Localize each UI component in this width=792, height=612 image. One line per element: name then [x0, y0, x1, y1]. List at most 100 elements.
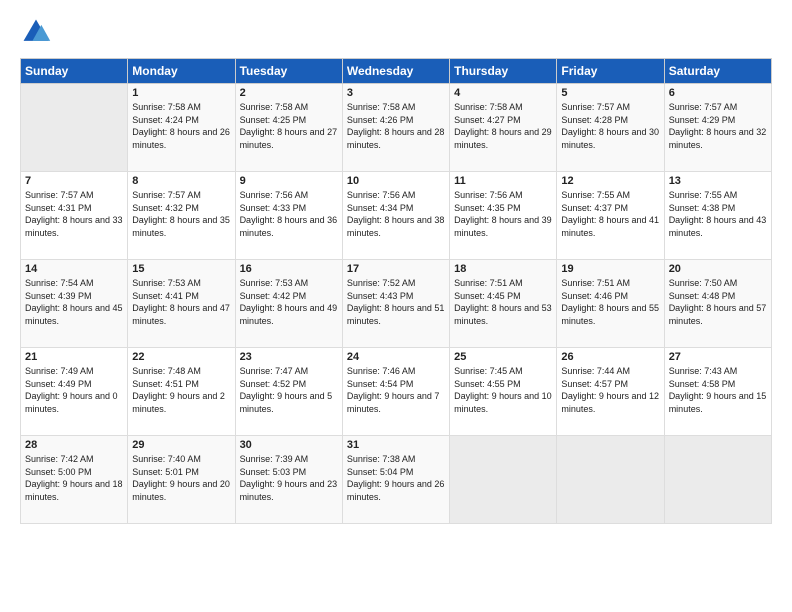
- week-row-3: 21Sunrise: 7:49 AMSunset: 4:49 PMDayligh…: [21, 348, 772, 436]
- day-number: 27: [669, 351, 767, 363]
- day-number: 14: [25, 263, 123, 275]
- day-number: 1: [132, 87, 230, 99]
- day-info: Sunrise: 7:45 AMSunset: 4:55 PMDaylight:…: [454, 365, 552, 415]
- weekday-header-wednesday: Wednesday: [342, 59, 449, 84]
- day-number: 18: [454, 263, 552, 275]
- day-info: Sunrise: 7:57 AMSunset: 4:28 PMDaylight:…: [561, 101, 659, 151]
- day-number: 13: [669, 175, 767, 187]
- day-number: 25: [454, 351, 552, 363]
- day-info: Sunrise: 7:58 AMSunset: 4:24 PMDaylight:…: [132, 101, 230, 151]
- weekday-header-monday: Monday: [128, 59, 235, 84]
- day-info: Sunrise: 7:54 AMSunset: 4:39 PMDaylight:…: [25, 277, 123, 327]
- day-number: 2: [240, 87, 338, 99]
- calendar-cell: [557, 436, 664, 524]
- day-info: Sunrise: 7:53 AMSunset: 4:42 PMDaylight:…: [240, 277, 338, 327]
- calendar-cell: 8Sunrise: 7:57 AMSunset: 4:32 PMDaylight…: [128, 172, 235, 260]
- day-number: 16: [240, 263, 338, 275]
- header: [20, 16, 772, 48]
- day-number: 7: [25, 175, 123, 187]
- day-number: 8: [132, 175, 230, 187]
- calendar-cell: [21, 84, 128, 172]
- calendar-cell: 12 Sunrise: 7:55 AMSunset: 4:37 PMDayligh…: [557, 172, 664, 260]
- day-number: 29: [132, 439, 230, 451]
- week-row-4: 28Sunrise: 7:42 AMSunset: 5:00 PMDayligh…: [21, 436, 772, 524]
- day-number: 23: [240, 351, 338, 363]
- day-number: 24: [347, 351, 445, 363]
- calendar-cell: 11Sunrise: 7:56 AMSunset: 4:35 PMDayligh…: [450, 172, 557, 260]
- day-number: 10: [347, 175, 445, 187]
- page: SundayMondayTuesdayWednesdayThursdayFrid…: [0, 0, 792, 612]
- calendar-cell: 26 Sunrise: 7:44 AMSunset: 4:57 PMDayligh…: [557, 348, 664, 436]
- calendar-cell: 24 Sunrise: 7:46 AMSunset: 4:54 PMDayligh…: [342, 348, 449, 436]
- calendar-cell: 28Sunrise: 7:42 AMSunset: 5:00 PMDayligh…: [21, 436, 128, 524]
- day-number: 20: [669, 263, 767, 275]
- calendar-cell: 25 Sunrise: 7:45 AMSunset: 4:55 PMDayligh…: [450, 348, 557, 436]
- day-info: Sunrise: 7:44 AMSunset: 4:57 PMDaylight:…: [561, 365, 659, 415]
- calendar-cell: [664, 436, 771, 524]
- day-info: Sunrise: 7:52 AMSunset: 4:43 PMDaylight:…: [347, 277, 445, 327]
- day-number: 17: [347, 263, 445, 275]
- calendar-cell: 16 Sunrise: 7:53 AMSunset: 4:42 PMDayligh…: [235, 260, 342, 348]
- day-info: Sunrise: 7:50 AMSunset: 4:48 PMDaylight:…: [669, 277, 767, 327]
- day-info: Sunrise: 7:58 AMSunset: 4:27 PMDaylight:…: [454, 101, 552, 151]
- day-number: 9: [240, 175, 338, 187]
- day-info: Sunrise: 7:55 AMSunset: 4:38 PMDaylight:…: [669, 189, 767, 239]
- calendar-cell: 4 Sunrise: 7:58 AMSunset: 4:27 PMDaylight…: [450, 84, 557, 172]
- calendar-cell: 14 Sunrise: 7:54 AMSunset: 4:39 PMDayligh…: [21, 260, 128, 348]
- day-info: Sunrise: 7:57 AMSunset: 4:29 PMDaylight:…: [669, 101, 767, 151]
- day-info: Sunrise: 7:56 AMSunset: 4:33 PMDaylight:…: [240, 189, 338, 239]
- day-number: 19: [561, 263, 659, 275]
- weekday-header-thursday: Thursday: [450, 59, 557, 84]
- logo: [20, 16, 56, 48]
- day-info: Sunrise: 7:43 AMSunset: 4:58 PMDaylight:…: [669, 365, 767, 415]
- calendar-body: 1 Sunrise: 7:58 AMSunset: 4:24 PMDaylight…: [21, 84, 772, 524]
- calendar-cell: 30 Sunrise: 7:39 AMSunset: 5:03 PMDayligh…: [235, 436, 342, 524]
- weekday-header-tuesday: Tuesday: [235, 59, 342, 84]
- calendar-table: SundayMondayTuesdayWednesdayThursdayFrid…: [20, 58, 772, 524]
- calendar-cell: 31Sunrise: 7:38 AMSunset: 5:04 PMDayligh…: [342, 436, 449, 524]
- day-info: Sunrise: 7:47 AMSunset: 4:52 PMDaylight:…: [240, 365, 338, 415]
- logo-icon: [20, 16, 52, 48]
- day-number: 30: [240, 439, 338, 451]
- calendar-cell: 20 Sunrise: 7:50 AMSunset: 4:48 PMDayligh…: [664, 260, 771, 348]
- weekday-header-sunday: Sunday: [21, 59, 128, 84]
- day-number: 31: [347, 439, 445, 451]
- day-number: 4: [454, 87, 552, 99]
- week-row-0: 1 Sunrise: 7:58 AMSunset: 4:24 PMDaylight…: [21, 84, 772, 172]
- day-info: Sunrise: 7:58 AMSunset: 4:25 PMDaylight:…: [240, 101, 338, 151]
- day-info: Sunrise: 7:58 AMSunset: 4:26 PMDaylight:…: [347, 101, 445, 151]
- calendar-cell: 10Sunrise: 7:56 AMSunset: 4:34 PMDayligh…: [342, 172, 449, 260]
- day-number: 6: [669, 87, 767, 99]
- day-info: Sunrise: 7:46 AMSunset: 4:54 PMDaylight:…: [347, 365, 445, 415]
- calendar-cell: 17 Sunrise: 7:52 AMSunset: 4:43 PMDayligh…: [342, 260, 449, 348]
- calendar-cell: 27 Sunrise: 7:43 AMSunset: 4:58 PMDayligh…: [664, 348, 771, 436]
- day-info: Sunrise: 7:51 AMSunset: 4:45 PMDaylight:…: [454, 277, 552, 327]
- calendar-cell: 19 Sunrise: 7:51 AMSunset: 4:46 PMDayligh…: [557, 260, 664, 348]
- day-info: Sunrise: 7:39 AMSunset: 5:03 PMDaylight:…: [240, 453, 338, 503]
- weekday-header-row: SundayMondayTuesdayWednesdayThursdayFrid…: [21, 59, 772, 84]
- calendar-cell: 5 Sunrise: 7:57 AMSunset: 4:28 PMDaylight…: [557, 84, 664, 172]
- calendar-cell: 3Sunrise: 7:58 AMSunset: 4:26 PMDaylight…: [342, 84, 449, 172]
- day-number: 12: [561, 175, 659, 187]
- day-info: Sunrise: 7:56 AMSunset: 4:35 PMDaylight:…: [454, 189, 552, 239]
- day-info: Sunrise: 7:49 AMSunset: 4:49 PMDaylight:…: [25, 365, 123, 415]
- day-info: Sunrise: 7:55 AMSunset: 4:37 PMDaylight:…: [561, 189, 659, 239]
- calendar-cell: 2 Sunrise: 7:58 AMSunset: 4:25 PMDaylight…: [235, 84, 342, 172]
- weekday-header-friday: Friday: [557, 59, 664, 84]
- week-row-2: 14 Sunrise: 7:54 AMSunset: 4:39 PMDayligh…: [21, 260, 772, 348]
- day-info: Sunrise: 7:42 AMSunset: 5:00 PMDaylight:…: [25, 453, 123, 503]
- day-info: Sunrise: 7:53 AMSunset: 4:41 PMDaylight:…: [132, 277, 230, 327]
- day-number: 5: [561, 87, 659, 99]
- day-number: 15: [132, 263, 230, 275]
- day-info: Sunrise: 7:51 AMSunset: 4:46 PMDaylight:…: [561, 277, 659, 327]
- calendar-cell: 29Sunrise: 7:40 AMSunset: 5:01 PMDayligh…: [128, 436, 235, 524]
- calendar-cell: 1 Sunrise: 7:58 AMSunset: 4:24 PMDaylight…: [128, 84, 235, 172]
- calendar-cell: 9 Sunrise: 7:56 AMSunset: 4:33 PMDaylight…: [235, 172, 342, 260]
- calendar-cell: 22Sunrise: 7:48 AMSunset: 4:51 PMDayligh…: [128, 348, 235, 436]
- day-number: 22: [132, 351, 230, 363]
- weekday-header-saturday: Saturday: [664, 59, 771, 84]
- calendar-cell: 7 Sunrise: 7:57 AMSunset: 4:31 PMDaylight…: [21, 172, 128, 260]
- day-info: Sunrise: 7:57 AMSunset: 4:31 PMDaylight:…: [25, 189, 123, 239]
- week-row-1: 7 Sunrise: 7:57 AMSunset: 4:31 PMDaylight…: [21, 172, 772, 260]
- day-number: 26: [561, 351, 659, 363]
